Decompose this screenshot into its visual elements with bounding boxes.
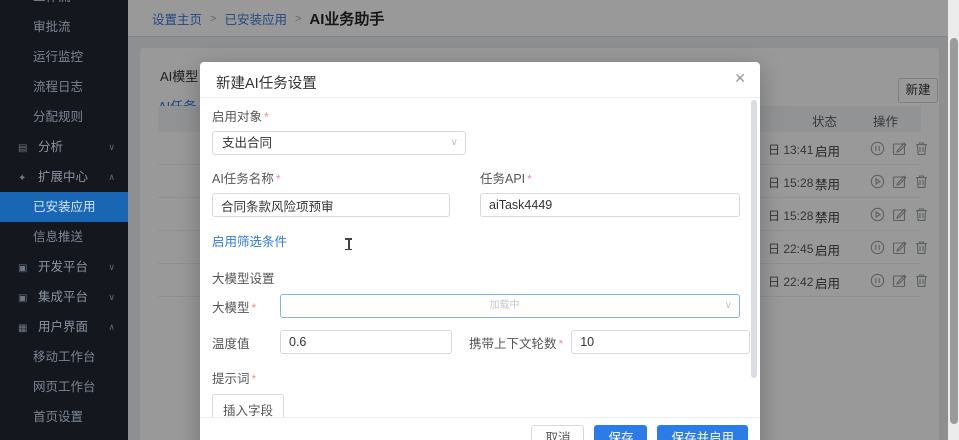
sidebar-item-label: 流程日志 — [33, 80, 83, 94]
required-mark: * — [264, 110, 269, 124]
new-ai-task-modal: 新建AI任务设置 ✕ 启用对象* 支出合同 ∨ AI任务名称* 任务API* 启… — [200, 62, 760, 440]
sidebar-item-label: 分析 — [38, 140, 63, 154]
sidebar: 工作流审批流运行监控流程日志分配规则▤分析∨✦扩展中心∧已安装应用信息推送▣开发… — [0, 0, 128, 440]
window-scrollbar-thumb[interactable] — [950, 38, 958, 424]
enable-target-label: 启用对象* — [212, 106, 740, 125]
modal-scrollbar-thumb[interactable] — [751, 100, 757, 378]
sidebar-item-label: 网页工作台 — [33, 380, 96, 394]
sidebar-item-5[interactable]: ▤ 分析 ∨ — [0, 132, 128, 162]
required-mark: * — [559, 337, 564, 351]
enable-filter-link[interactable]: 启用筛选条件 — [212, 231, 287, 250]
sidebar-item-10[interactable]: ▣ 集成平台 ∨ — [0, 282, 128, 312]
sidebar-item-7[interactable]: 已安装应用 — [0, 192, 128, 222]
chevron-down-icon: ∨ — [108, 252, 115, 282]
screen: 工作流审批流运行监控流程日志分配规则▤分析∨✦扩展中心∧已安装应用信息推送▣开发… — [0, 0, 959, 440]
chevron-down-icon: ∨ — [108, 282, 115, 312]
model-section-label: 大模型设置 — [212, 268, 740, 287]
sidebar-item-14[interactable]: 首页设置 — [0, 402, 128, 432]
modal-title: 新建AI任务设置 — [216, 72, 317, 93]
required-mark: * — [252, 301, 257, 315]
sidebar-item-label: 运行监控 — [33, 50, 83, 64]
modal-header: 新建AI任务设置 ✕ — [200, 62, 760, 98]
close-icon[interactable]: ✕ — [734, 71, 746, 87]
modal-body: 启用对象* 支出合同 ∨ AI任务名称* 任务API* 启用筛选条件 大模型设置… — [200, 98, 760, 440]
enable-target-value: 支出合同 — [222, 136, 272, 150]
task-api-input[interactable] — [480, 193, 740, 217]
required-mark: * — [527, 172, 532, 186]
sidebar-item-label: 工作流 — [33, 0, 71, 4]
sidebar-item-1[interactable]: 审批流 — [0, 12, 128, 42]
sidebar-item-3[interactable]: 流程日志 — [0, 72, 128, 102]
chevron-up-icon: ∧ — [108, 162, 115, 192]
required-mark: * — [252, 372, 257, 386]
chevron-up-icon: ∧ — [108, 312, 115, 342]
sidebar-item-2[interactable]: 运行监控 — [0, 42, 128, 72]
window-scrollbar[interactable] — [948, 0, 959, 440]
task-name-label: AI任务名称* — [212, 168, 450, 187]
sidebar-item-13[interactable]: 网页工作台 — [0, 372, 128, 402]
context-rounds-label: 携带上下文轮数* — [469, 333, 563, 352]
dev-platform-icon: ▣ — [18, 254, 31, 284]
temperature-label: 温度值 — [212, 333, 280, 352]
model-select[interactable]: 加载中 ∨ — [280, 294, 740, 318]
sidebar-item-label: 移动工作台 — [33, 350, 96, 364]
save-button[interactable]: 保存 — [594, 425, 647, 440]
chevron-down-icon: ∨ — [451, 132, 458, 154]
ibeam-cursor — [344, 238, 353, 250]
task-api-label: 任务API* — [480, 168, 740, 187]
sidebar-item-label: 分配规则 — [33, 110, 83, 124]
sidebar-item-label: 信息推送 — [33, 230, 83, 244]
sidebar-item-label: 已安装应用 — [33, 200, 96, 214]
task-name-input[interactable] — [212, 193, 450, 217]
sidebar-item-9[interactable]: ▣ 开发平台 ∨ — [0, 252, 128, 282]
sidebar-menu: 工作流审批流运行监控流程日志分配规则▤分析∨✦扩展中心∧已安装应用信息推送▣开发… — [0, 0, 128, 432]
ui-grid-icon: ▦ — [18, 314, 31, 344]
sidebar-item-11[interactable]: ▦ 用户界面 ∧ — [0, 312, 128, 342]
cancel-button[interactable]: 取消 — [531, 425, 584, 440]
model-select-loading-hint: 加载中 — [490, 300, 520, 311]
sidebar-item-0[interactable]: 工作流 — [0, 0, 128, 12]
modal-footer: 取消 保存 保存并启用 — [200, 417, 760, 440]
model-label: 大模型* — [212, 297, 280, 316]
extension-center-icon: ✦ — [18, 164, 31, 194]
sidebar-item-label: 开发平台 — [38, 260, 88, 274]
enable-target-select[interactable]: 支出合同 ∨ — [212, 131, 466, 155]
integration-platform-icon: ▣ — [18, 284, 31, 314]
sidebar-item-label: 审批流 — [33, 20, 71, 34]
sidebar-item-label: 扩展中心 — [38, 170, 88, 184]
save-and-enable-button[interactable]: 保存并启用 — [657, 425, 748, 440]
required-mark: * — [276, 172, 281, 186]
sidebar-item-6[interactable]: ✦ 扩展中心 ∧ — [0, 162, 128, 192]
chevron-down-icon: ∨ — [108, 132, 115, 162]
sidebar-item-4[interactable]: 分配规则 — [0, 102, 128, 132]
prompt-label: 提示词* — [212, 368, 256, 387]
sidebar-item-label: 集成平台 — [38, 290, 88, 304]
temperature-input[interactable] — [280, 330, 452, 354]
sidebar-item-8[interactable]: 信息推送 — [0, 222, 128, 252]
sidebar-item-12[interactable]: 移动工作台 — [0, 342, 128, 372]
context-rounds-input[interactable] — [571, 330, 750, 354]
sidebar-item-label: 用户界面 — [38, 320, 88, 334]
sidebar-item-label: 首页设置 — [33, 410, 83, 424]
chevron-down-icon: ∨ — [725, 295, 732, 317]
analysis-chart-icon: ▤ — [18, 134, 31, 164]
